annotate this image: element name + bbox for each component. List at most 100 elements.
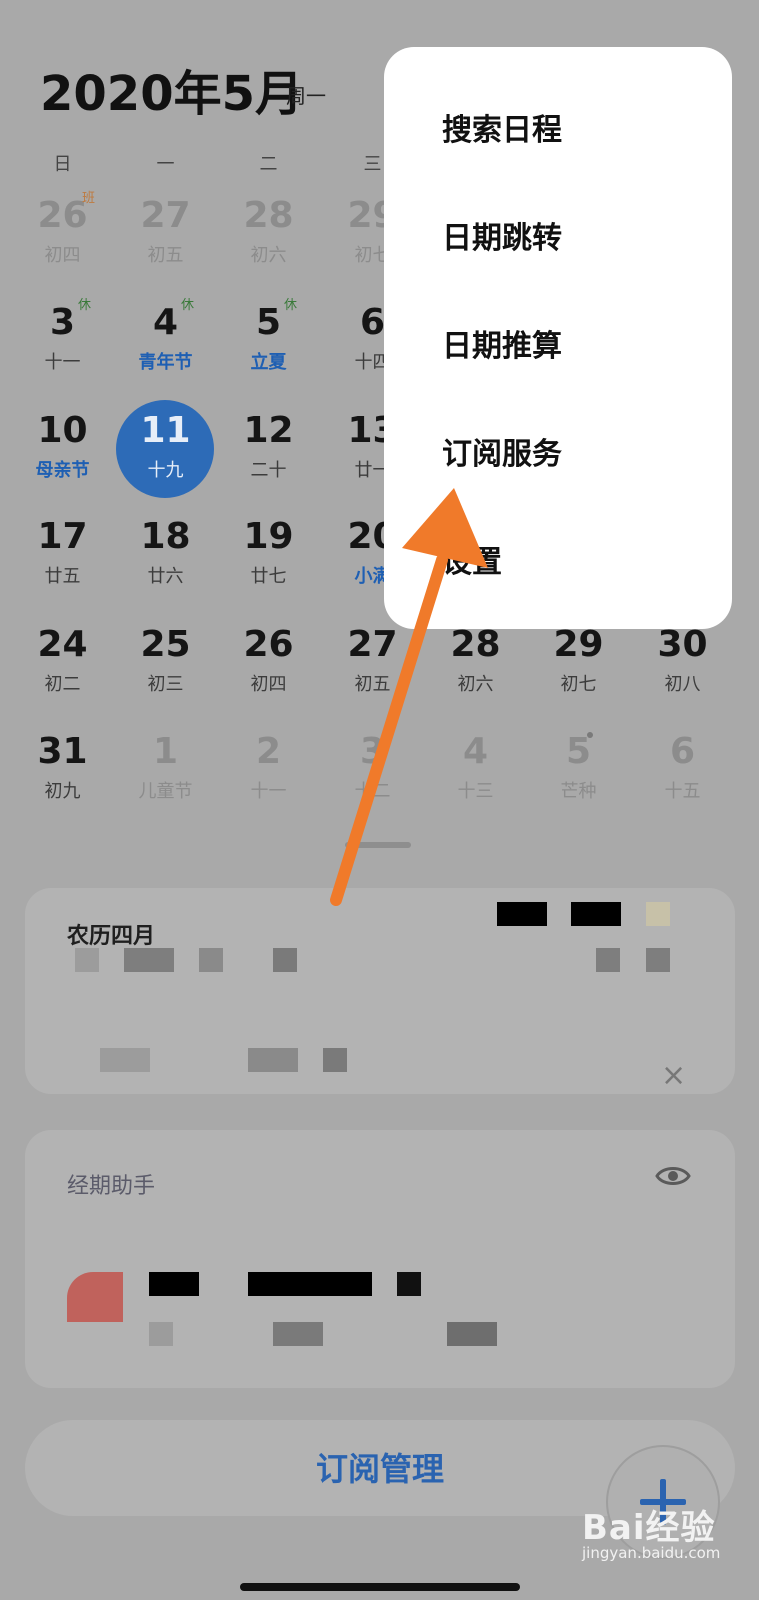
redacted-block [646,948,670,972]
redacted-block [100,1048,150,1072]
lunar-date: 初四 [250,674,287,695]
lunar-date: 十一 [44,352,81,373]
event-dot [587,732,593,738]
holiday-badge: 休 [78,298,92,313]
calendar-day[interactable]: 26 初四 班 [10,191,115,295]
day-number: 26 [243,624,294,665]
day-number: 27 [140,195,191,236]
lunar-date: 十二 [354,781,391,802]
day-number: 12 [243,410,294,451]
lunar-date: 初四 [44,245,81,266]
day-number: 27 [347,624,398,665]
calendar-day[interactable]: 31 初九 [10,731,115,831]
day-number: 5 [255,302,282,343]
day-number: 3 [49,302,76,343]
day-number: 24 [37,624,88,665]
calendar-day[interactable]: 30 初八 [630,624,735,724]
calendar-day[interactable]: 4 十三 [423,731,528,831]
calendar-day[interactable]: 12 二十 [216,410,321,510]
day-number: 11 [140,410,191,451]
holiday-badge: 休 [284,298,298,313]
lunar-date: 初七 [560,674,597,695]
calendar-day[interactable]: 24 初二 [10,624,115,724]
day-number: 17 [37,516,88,557]
redacted-block [646,902,670,926]
lunar-date: 初八 [664,674,701,695]
close-icon[interactable]: × [661,1058,686,1093]
watermark-logo: Bai经验 [582,1508,716,1548]
calendar-day-today[interactable]: 11 十九 [113,400,218,510]
watermark: Bai经验 jingyan.baidu.com [582,1500,720,1562]
day-number: 4 [152,302,179,343]
eye-icon[interactable] [655,1164,691,1192]
redacted-block [497,902,547,926]
lunar-info-card[interactable]: 农历四月 × [25,888,735,1094]
day-number: 28 [450,624,501,665]
calendar-day[interactable]: 28 初六 [216,195,321,295]
lunar-card-title: 农历四月 [67,924,156,949]
drag-handle[interactable] [345,842,411,848]
day-number: 30 [657,624,708,665]
menu-item-settings[interactable]: 设置 [442,537,502,581]
calendar-day[interactable]: 18 廿六 [113,516,218,616]
period-assistant-card[interactable]: 经期助手 [25,1130,735,1388]
month-title[interactable]: 2020年5月 [40,54,303,124]
day-number: 18 [140,516,191,557]
calendar-day[interactable]: 29 初七 [526,624,631,724]
lunar-date: 初六 [250,245,287,266]
redacted-block [273,948,297,972]
day-number: 10 [37,410,88,451]
calendar-day[interactable]: 6 十五 [630,731,735,831]
redacted-block [149,1322,173,1346]
redacted-block [397,1272,421,1296]
avatar [67,1272,123,1322]
calendar-day[interactable]: 25 初三 [113,624,218,724]
day-number: 28 [243,195,294,236]
day-number: 19 [243,516,294,557]
day-number: 31 [37,731,88,772]
overflow-menu: 搜索日程 日期跳转 日期推算 订阅服务 设置 [384,47,732,629]
day-number: 1 [152,731,179,772]
redacted-block [571,902,621,926]
festival-label: 青年节 [138,352,193,373]
calendar-day[interactable]: 2 十一 [216,731,321,831]
menu-item-search-schedule[interactable]: 搜索日程 [442,105,562,149]
lunar-date: 十三 [457,781,494,802]
calendar-day[interactable]: 27 初五 [113,195,218,295]
day-number: 2 [255,731,282,772]
calendar-day[interactable]: 26 初四 [216,624,321,724]
calendar-day[interactable]: 4 青年节 休 [113,298,218,402]
menu-item-date-calculate[interactable]: 日期推算 [442,321,562,365]
weekday-sun: 日 [53,154,72,175]
calendar-day[interactable]: 19 廿七 [216,516,321,616]
calendar-day[interactable]: 28 初六 [423,624,528,724]
calendar-day[interactable]: 5 芒种 [526,731,631,831]
redacted-block [149,1272,199,1296]
calendar-week-row: 24 初二 25 初三 26 初四 27 初五 28 初六 29 初七 30 初八 [0,624,759,724]
redacted-block [596,948,620,972]
calendar-day[interactable]: 27 初五 [320,624,425,724]
calendar-day[interactable]: 5 立夏 休 [216,298,321,402]
calendar-day[interactable]: 3 十一 休 [10,298,115,402]
calendar-day[interactable]: 1 儿童节 [113,731,218,831]
day-number: 25 [140,624,191,665]
lunar-date: 十一 [250,781,287,802]
lunar-date: 廿六 [147,566,184,587]
calendar-day[interactable]: 17 廿五 [10,516,115,616]
workday-badge: 班 [82,191,96,206]
lunar-date: 初二 [44,674,81,695]
redacted-block [273,1322,323,1346]
holiday-badge: 休 [181,298,195,313]
home-indicator[interactable] [240,1583,520,1591]
redacted-block [248,1272,372,1296]
day-number: 26 [37,195,88,236]
calendar-week-row: 31 初九 1 儿童节 2 十一 3 十二 4 十三 5 芒种 6 十五 [0,731,759,831]
menu-item-date-jump[interactable]: 日期跳转 [442,213,562,257]
calendar-day[interactable]: 10 母亲节 [10,410,115,510]
redacted-block [199,948,223,972]
calendar-day[interactable]: 3 十二 [320,731,425,831]
menu-item-subscription-service[interactable]: 订阅服务 [442,429,562,473]
weekday-label: 周一 [286,84,326,108]
day-number: 6 [669,731,696,772]
day-number: 5 [565,731,592,772]
